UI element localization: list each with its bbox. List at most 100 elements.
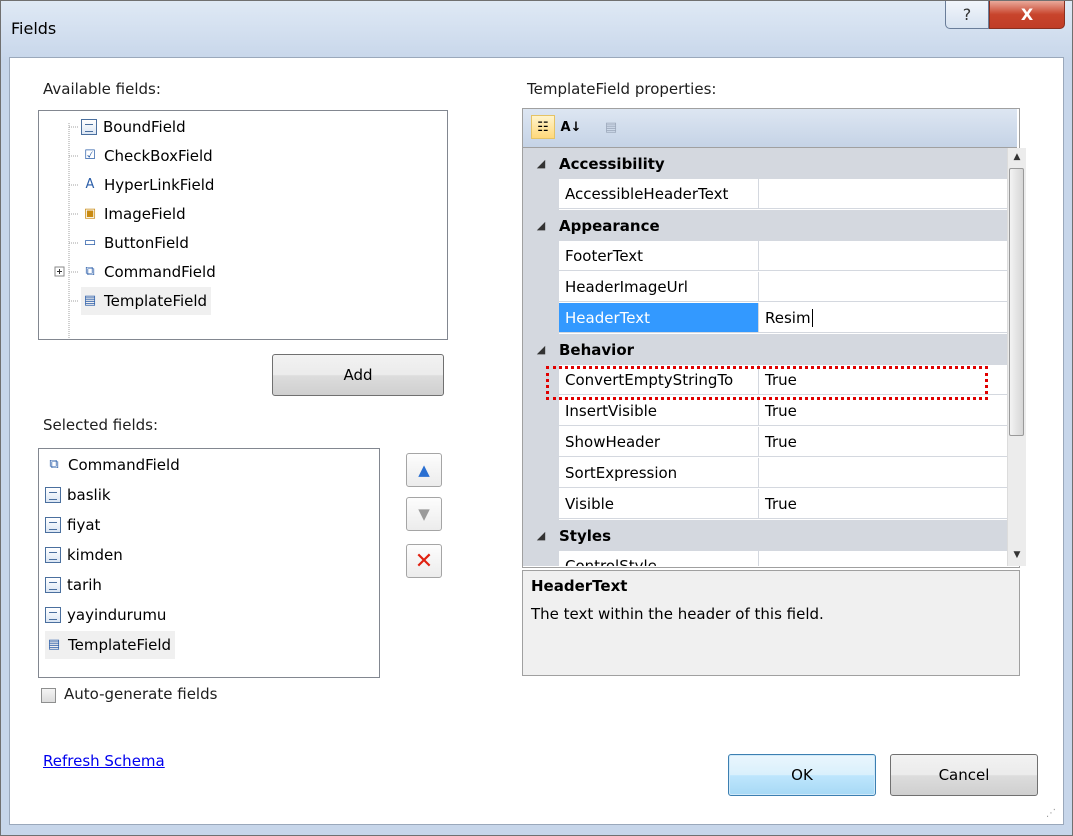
auto-generate-label: Auto-generate fields [64, 685, 218, 703]
category-behavior[interactable]: ◢ Behavior [523, 334, 1007, 365]
dialog-client: Available fields: BoundField ☑ CheckBoxFi… [9, 57, 1064, 825]
list-item-template-field[interactable]: ▤ TemplateField [81, 287, 212, 315]
list-item[interactable]: yayindurumu [45, 601, 166, 629]
header-text-value-input[interactable]: Resim [759, 303, 1007, 333]
list-item-command-field[interactable]: ⧉ CommandField [81, 258, 216, 286]
property-value[interactable] [759, 241, 1007, 271]
selected-fields-list[interactable]: ⧉ CommandField baslik fiyat kimden tarih … [38, 448, 380, 678]
category-label: Behavior [559, 340, 635, 359]
item-label: yayindurumu [67, 606, 167, 624]
property-value[interactable]: True [759, 489, 1007, 519]
available-fields-tree[interactable]: BoundField ☑ CheckBoxField A HyperLinkFiel… [38, 110, 448, 340]
ok-button[interactable]: OK [728, 754, 876, 796]
list-item[interactable]: fiyat [45, 511, 100, 539]
property-pages-button[interactable]: ▤ [599, 115, 623, 139]
help-button[interactable]: ? [945, 1, 989, 29]
list-item[interactable]: kimden [45, 541, 123, 569]
template-field-icon: ▤ [47, 637, 61, 652]
property-value[interactable] [759, 551, 1007, 566]
close-button[interactable]: X [989, 1, 1065, 29]
property-pages-icon: ▤ [604, 119, 618, 135]
property-value[interactable]: True [759, 396, 1007, 426]
item-label: baslik [67, 486, 111, 504]
text-caret [811, 308, 813, 327]
property-name: FooterText [559, 241, 759, 271]
template-field-icon: ▤ [83, 293, 97, 308]
property-row[interactable]: SortExpression [523, 458, 1007, 489]
list-item-image-field[interactable]: ▣ ImageField [81, 200, 186, 228]
property-row[interactable]: ControlStyle [523, 551, 1007, 566]
property-row[interactable]: InsertVisible True [523, 396, 1007, 427]
cancel-button[interactable]: Cancel [890, 754, 1038, 796]
property-value[interactable] [759, 458, 1007, 488]
item-label: CommandField [104, 263, 216, 281]
list-item-button-field[interactable]: ▭ ButtonField [81, 229, 189, 257]
title-bar: Fields ? X [1, 1, 1072, 57]
categorized-view-button[interactable]: ☷ [531, 115, 555, 139]
list-item-checkbox-field[interactable]: ☑ CheckBoxField [81, 142, 213, 170]
item-label: ButtonField [104, 234, 189, 252]
item-label: TemplateField [68, 636, 172, 654]
bound-field-icon [81, 119, 97, 135]
item-label: ImageField [104, 205, 186, 223]
item-label: CheckBoxField [104, 147, 213, 165]
property-name: Visible [559, 489, 759, 519]
list-item[interactable]: tarih [45, 571, 102, 599]
scroll-thumb[interactable] [1009, 168, 1024, 436]
list-item[interactable]: ⧉ CommandField [45, 451, 179, 479]
property-row[interactable]: FooterText [523, 241, 1007, 272]
property-name: InsertVisible [559, 396, 759, 426]
move-down-button[interactable]: ▼ [406, 497, 442, 531]
bound-field-icon [45, 547, 61, 563]
list-item-selected[interactable]: ▤ TemplateField [45, 631, 176, 659]
property-name: ControlStyle [559, 551, 759, 566]
property-value: Resim [765, 308, 811, 327]
categorized-icon: ☷ [537, 119, 549, 135]
arrow-up-icon: ▲ [418, 461, 430, 479]
scroll-down-icon[interactable]: ▼ [1008, 546, 1026, 564]
fields-dialog: Fields ? X Available fields: BoundField … [0, 0, 1073, 836]
property-rows: ◢ Accessibility AccessibleHeaderText ◢ App… [523, 148, 1007, 566]
sort-az-icon: A↓ [560, 119, 582, 135]
window-title: Fields [11, 19, 57, 38]
category-label: Accessibility [559, 154, 665, 173]
property-name: SortExpression [559, 458, 759, 488]
property-name: HeaderImageUrl [559, 272, 759, 302]
available-fields-label: Available fields: [43, 80, 161, 98]
scroll-up-icon[interactable]: ▲ [1008, 148, 1026, 166]
collapse-triangle-icon: ◢ [536, 157, 546, 170]
collapse-triangle-icon: ◢ [536, 343, 546, 356]
property-row-selected[interactable]: HeaderText Resim [523, 303, 1007, 334]
list-item-hyperlink-field[interactable]: A HyperLinkField [81, 171, 215, 199]
move-up-button[interactable]: ▲ [406, 453, 442, 487]
property-row[interactable]: Visible True [523, 489, 1007, 520]
delete-button[interactable]: ✕ [406, 544, 442, 578]
category-accessibility[interactable]: ◢ Accessibility [523, 148, 1007, 179]
list-item-bound-field[interactable]: BoundField [81, 113, 186, 141]
property-row[interactable]: ShowHeader True [523, 427, 1007, 458]
category-styles[interactable]: ◢ Styles [523, 520, 1007, 551]
property-name: AccessibleHeaderText [559, 179, 759, 209]
property-grid-scrollbar[interactable]: ▲ ▼ [1007, 148, 1026, 566]
property-row[interactable]: HeaderImageUrl [523, 272, 1007, 303]
alphabetical-view-button[interactable]: A↓ [559, 115, 583, 139]
auto-generate-checkbox[interactable] [41, 688, 56, 703]
category-appearance[interactable]: ◢ Appearance [523, 210, 1007, 241]
property-grid: ☷ A↓ ▤ ◢ Accessibility AccessibleHeaderTe… [522, 108, 1026, 568]
resize-grip-icon[interactable]: ⋰ [1046, 808, 1056, 819]
add-button[interactable]: Add [272, 354, 444, 396]
bound-field-icon [45, 577, 61, 593]
properties-label: TemplateField properties: [527, 80, 717, 98]
hyperlink-field-icon: A [85, 177, 95, 192]
property-value[interactable] [759, 272, 1007, 302]
headertext-highlight-annotation [546, 366, 988, 400]
property-row[interactable]: AccessibleHeaderText [523, 179, 1007, 210]
checkbox-field-icon: ☑ [84, 148, 96, 163]
list-item[interactable]: baslik [45, 481, 111, 509]
refresh-schema-link[interactable]: Refresh Schema [43, 752, 165, 770]
command-field-icon: ⧉ [49, 457, 59, 472]
bound-field-icon [45, 607, 61, 623]
property-description-panel: HeaderText The text within the header of… [522, 570, 1020, 676]
property-value[interactable] [759, 179, 1007, 209]
property-value[interactable]: True [759, 427, 1007, 457]
